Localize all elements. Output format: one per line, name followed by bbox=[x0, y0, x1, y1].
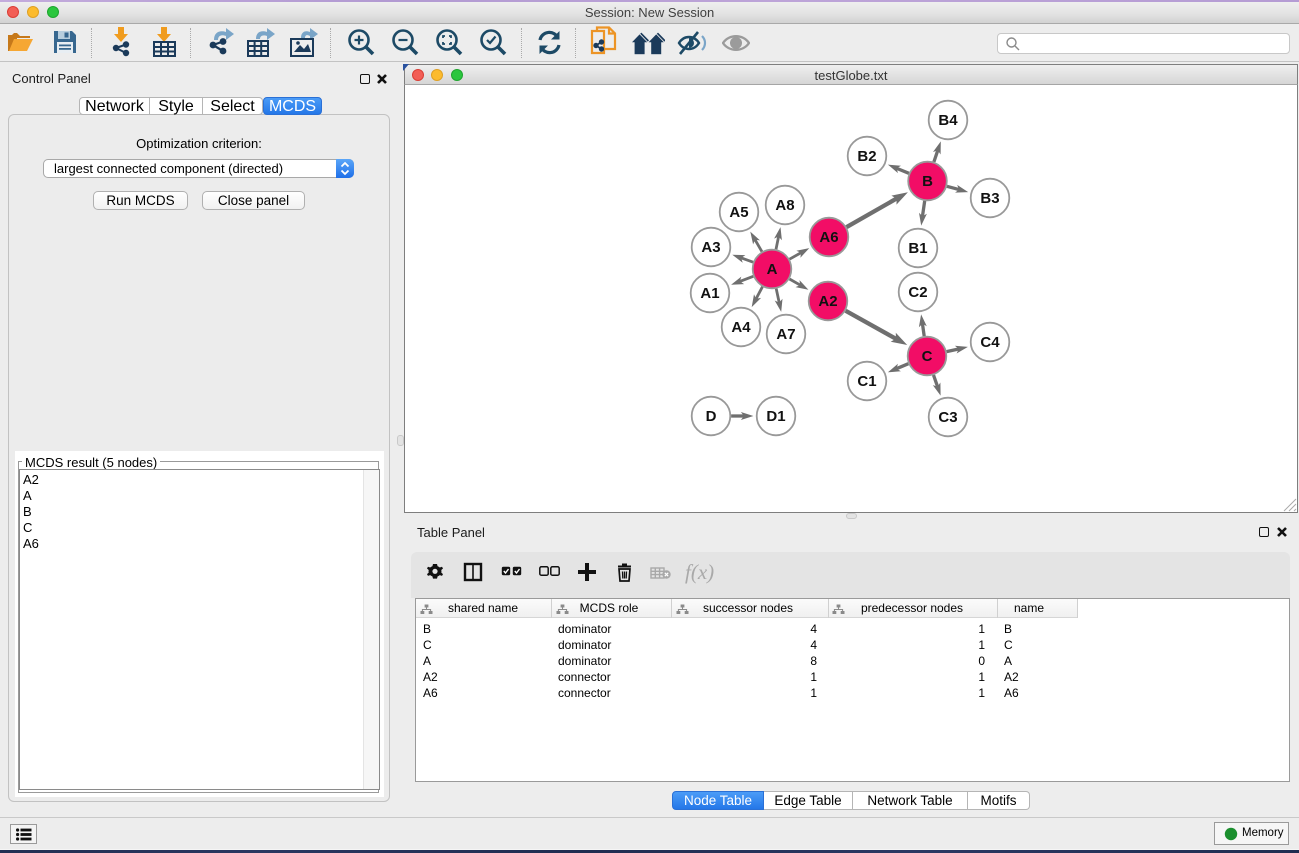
svg-text:C1: C1 bbox=[857, 373, 876, 390]
svg-text:A: A bbox=[767, 261, 778, 278]
svg-text:A1: A1 bbox=[700, 285, 719, 302]
svg-text:A4: A4 bbox=[731, 319, 751, 336]
svg-text:C: C bbox=[922, 348, 933, 365]
svg-text:B2: B2 bbox=[857, 148, 876, 165]
svg-text:A6: A6 bbox=[819, 229, 838, 246]
svg-text:A5: A5 bbox=[729, 204, 748, 221]
svg-text:B: B bbox=[922, 173, 933, 190]
svg-text:B3: B3 bbox=[980, 190, 999, 207]
svg-text:D1: D1 bbox=[766, 408, 785, 425]
svg-text:C2: C2 bbox=[908, 284, 927, 301]
svg-text:D: D bbox=[706, 408, 717, 425]
svg-text:B1: B1 bbox=[908, 240, 927, 257]
svg-text:A8: A8 bbox=[775, 197, 794, 214]
svg-text:C4: C4 bbox=[980, 334, 1000, 351]
svg-text:B4: B4 bbox=[938, 112, 958, 129]
svg-text:A3: A3 bbox=[701, 239, 720, 256]
svg-text:C3: C3 bbox=[938, 409, 957, 426]
svg-text:A2: A2 bbox=[818, 293, 837, 310]
svg-text:A7: A7 bbox=[776, 326, 795, 343]
